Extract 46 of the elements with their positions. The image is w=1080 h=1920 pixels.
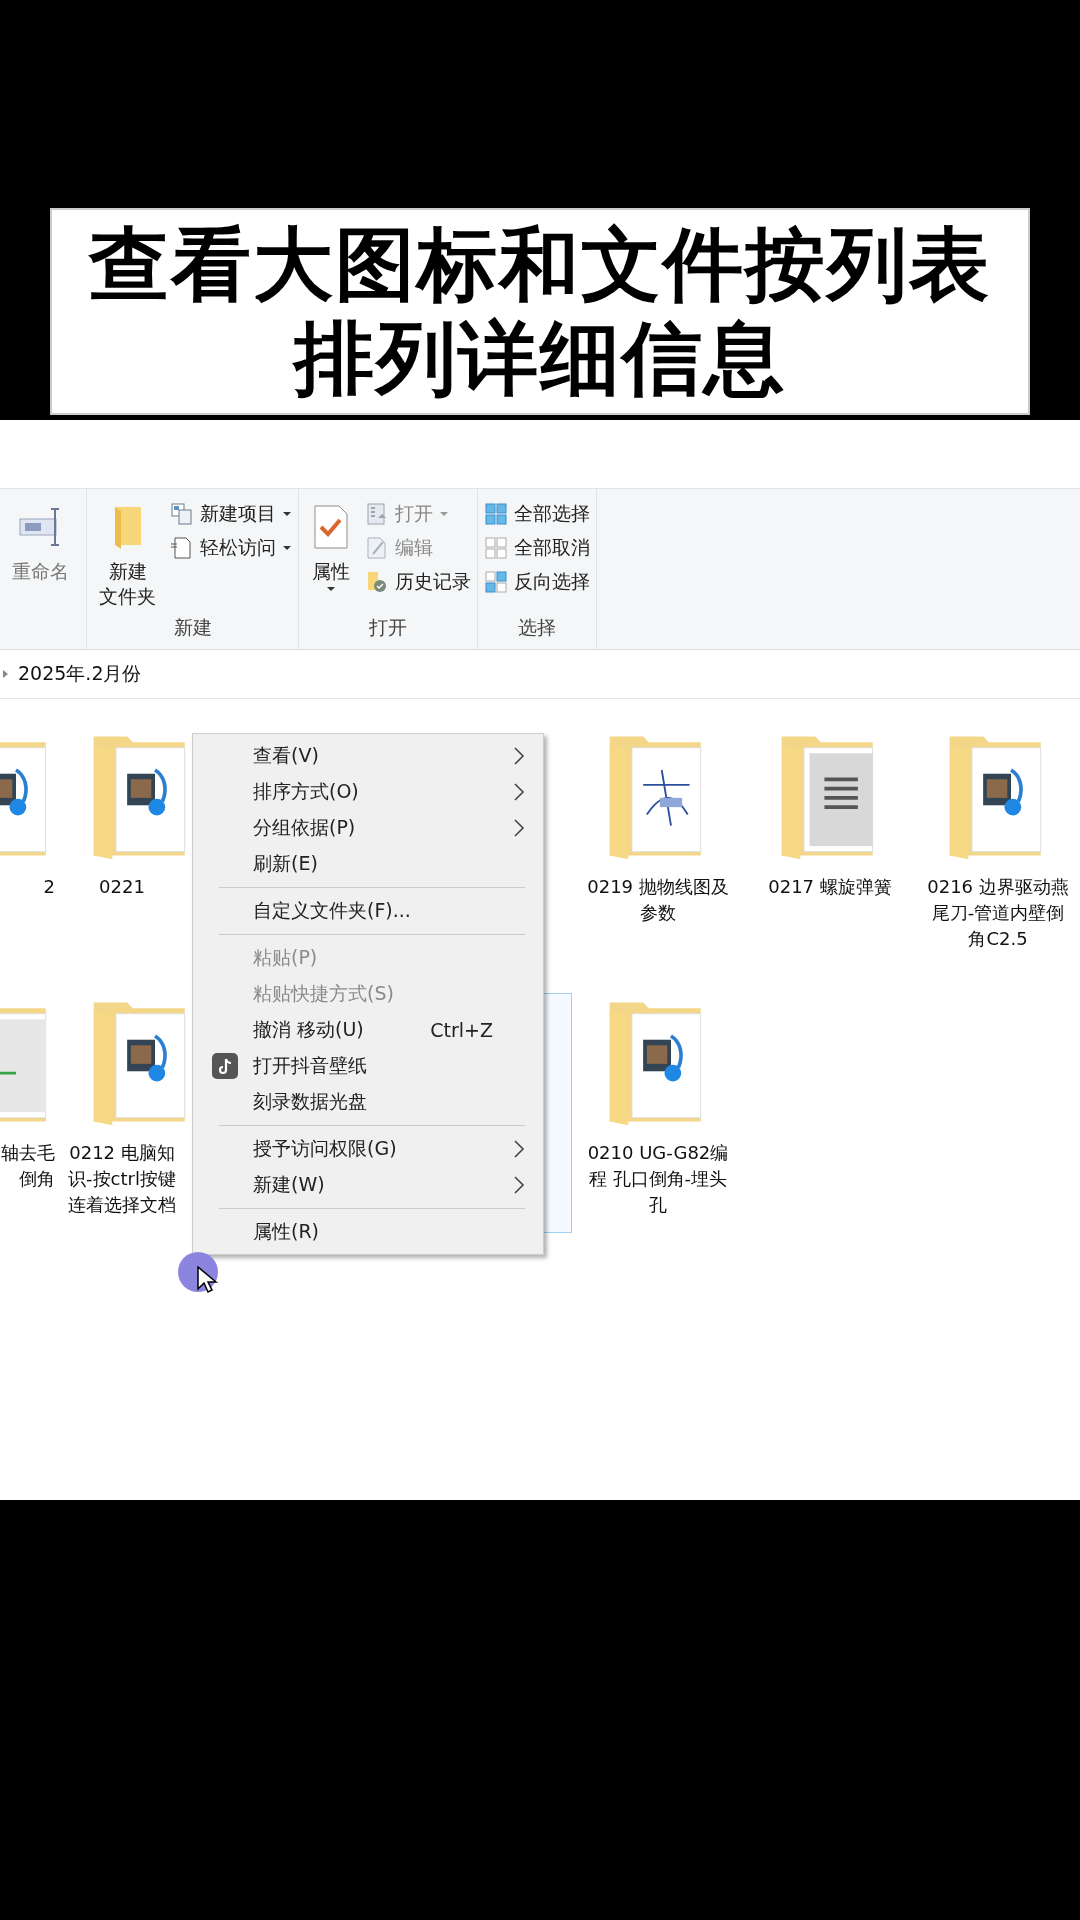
folder-name: 轴去毛倒角 [1,1141,55,1191]
invert-selection-button[interactable]: 反向选择 [484,567,590,597]
properties-icon [311,503,351,551]
folder-name: 0221 [99,875,145,899]
open-icon [365,502,389,526]
caret-icon [282,545,292,551]
new-item-icon [170,502,194,526]
easy-access-button[interactable]: 轻松访问 [170,533,292,563]
history-icon [365,570,389,594]
caption-text: 排列详细信息 [294,311,786,406]
caret-icon [282,511,292,517]
invert-selection-icon [484,570,508,594]
folder-item[interactable]: 轴去毛倒角 [0,993,56,1233]
folder-name: 0210 UG-G82编程 孔口倒角-埋头孔 [586,1141,730,1217]
select-all-button[interactable]: 全部选择 [484,499,590,529]
music-note-app-icon [212,1053,238,1079]
new-folder-button[interactable]: 新建 文件夹 [93,497,162,615]
chevron-icon [2,669,10,679]
folder-item[interactable]: 2 [0,727,56,967]
folder-name: 2 [43,875,55,899]
group-label: 选择 [517,615,557,640]
breadcrumb-text[interactable]: 2025年.2月份 [18,661,142,687]
caret-icon [326,586,336,592]
new-item-button[interactable]: 新建项目 [170,499,292,529]
folder-name: 0216 边界驱动燕尾刀-管道内壁倒角C2.5 [926,875,1070,951]
edit-icon [365,536,389,560]
history-button[interactable]: 历史记录 [365,567,471,597]
document-icon [170,536,194,560]
folder-item[interactable]: 0217 螺旋弹簧 [744,727,916,967]
folder-item[interactable]: 0219 抛物线图及参数 [572,727,744,967]
folder-item[interactable]: 0216 边界驱动燕尾刀-管道内壁倒角C2.5 [916,727,1080,967]
folder-name: 0212 电脑知识-按ctrl按键连着选择文档 [67,1141,177,1217]
group-label: 新建 [172,615,213,640]
properties-button[interactable]: 属性 [305,497,357,615]
select-all-icon [484,502,508,526]
select-none-button[interactable]: 全部取消 [484,533,590,563]
select-none-icon [484,536,508,560]
shortcut-text: Ctrl+Z [430,1019,493,1041]
folder-item[interactable]: 0210 UG-G82编程 孔口倒角-埋头孔 [572,993,744,1233]
caption-text: 查看大图标和文件按列表 [89,217,991,312]
group-label: 打开 [368,615,408,640]
folder-name: 0219 抛物线图及参数 [586,875,730,925]
caret-icon [439,511,449,517]
pointer-icon [196,1265,218,1295]
folder-name: 0217 螺旋弹簧 [768,875,892,899]
address-bar[interactable]: 2025年.2月份 [0,650,1080,699]
